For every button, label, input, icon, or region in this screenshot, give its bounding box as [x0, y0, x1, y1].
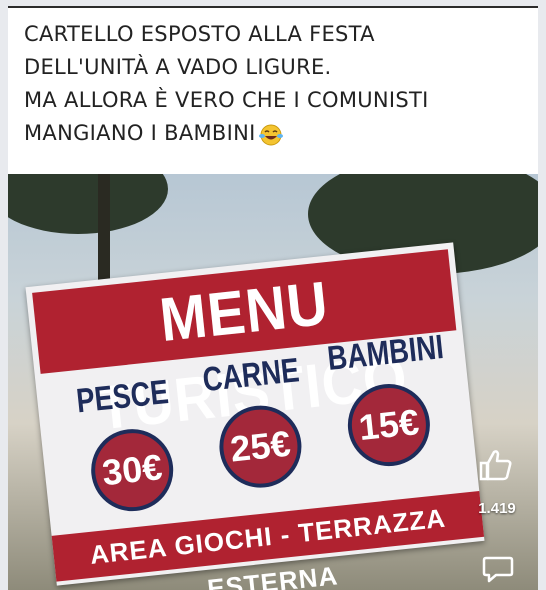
post-photo[interactable]: MENU TURISTICO PESCE CARNE BAMBINI 30€ 2…	[8, 174, 538, 590]
thumbs-up-icon	[479, 450, 512, 481]
laughing-crying-emoji-icon	[258, 123, 284, 146]
post-caption: CARTELLO ESPOSTO ALLA FESTA DELL'UNITÀ A…	[24, 18, 524, 150]
menu-sign: MENU TURISTICO PESCE CARNE BAMBINI 30€ 2…	[25, 242, 485, 590]
caption-line-2: DELL'UNITÀ A VADO LIGURE.	[24, 55, 332, 79]
like-button[interactable]	[476, 448, 516, 486]
caption-line-4: MANGIANO I BAMBINI	[24, 117, 524, 150]
caption-line-1: CARTELLO ESPOSTO ALLA FESTA	[24, 22, 375, 46]
post-card: CARTELLO ESPOSTO ALLA FESTA DELL'UNITÀ A…	[8, 6, 538, 590]
tree-foliage	[8, 174, 168, 234]
comment-button[interactable]	[482, 554, 514, 584]
caption-line-4-text: MANGIANO I BAMBINI	[24, 121, 256, 145]
comment-icon	[482, 556, 514, 583]
caption-line-3: MA ALLORA È VERO CHE I COMUNISTI	[24, 88, 429, 112]
like-count: 1.419	[478, 500, 516, 517]
